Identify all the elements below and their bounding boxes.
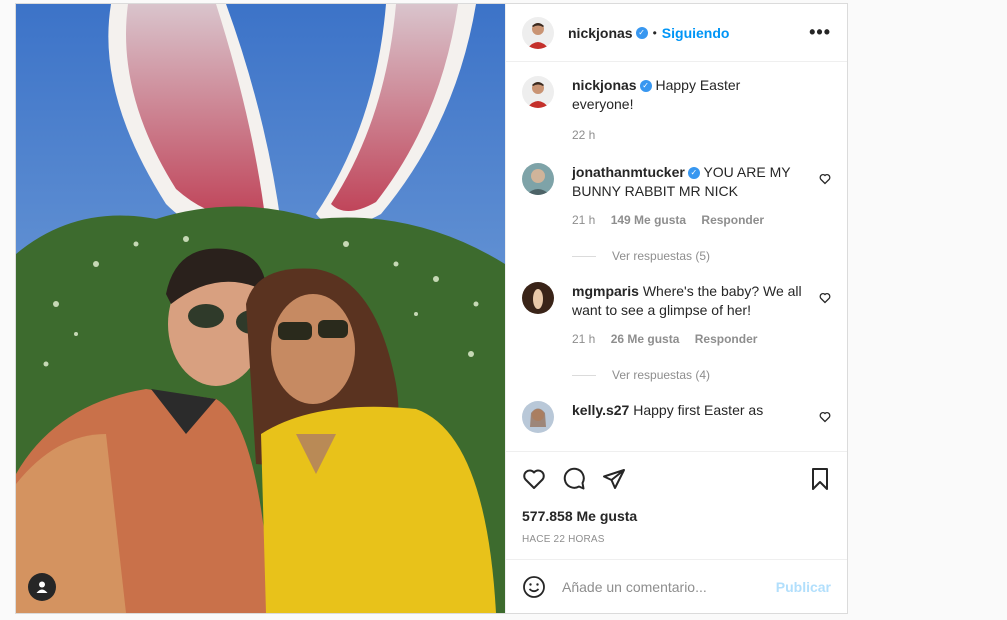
caption: nickjonas ✓ Happy Easter everyone! 22 h bbox=[522, 76, 831, 145]
caption-username[interactable]: nickjonas bbox=[572, 77, 637, 93]
bookmark-icon[interactable] bbox=[809, 467, 831, 491]
list-item: jonathanmtucker ✓ YOU ARE MY BUNNY RABBIT… bbox=[522, 163, 831, 230]
verified-badge-icon: ✓ bbox=[687, 167, 700, 180]
comment-username[interactable]: jonathanmtucker bbox=[572, 164, 685, 180]
post-timestamp[interactable]: HACE 22 HORAS bbox=[522, 534, 831, 545]
likes-count[interactable]: 577.858 Me gusta bbox=[522, 508, 831, 524]
heart-icon[interactable] bbox=[819, 173, 831, 185]
post-photo[interactable] bbox=[16, 4, 505, 613]
avatar[interactable] bbox=[522, 16, 554, 49]
replies-divider bbox=[572, 374, 596, 376]
view-replies-button[interactable]: Ver respuestas (5) bbox=[572, 249, 831, 263]
verified-badge-icon: ✓ bbox=[635, 26, 648, 39]
avatar[interactable] bbox=[522, 163, 554, 195]
reply-button[interactable]: Responder bbox=[695, 332, 758, 346]
verified-badge-icon: ✓ bbox=[639, 80, 652, 93]
heart-icon[interactable] bbox=[522, 467, 546, 491]
comment-likes[interactable]: 149 Me gusta bbox=[611, 213, 686, 227]
send-icon[interactable] bbox=[602, 467, 626, 491]
post-actions: 577.858 Me gusta HACE 22 HORAS bbox=[506, 451, 847, 559]
more-options-icon[interactable]: ••• bbox=[809, 22, 831, 43]
heart-icon[interactable] bbox=[819, 411, 831, 423]
comment-text: Happy first Easter as bbox=[633, 402, 764, 418]
post-side-panel: nickjonas ✓ • Siguiendo ••• nickjonas ✓ H… bbox=[505, 4, 847, 613]
replies-divider bbox=[572, 255, 596, 257]
following-button[interactable]: Siguiendo bbox=[662, 25, 730, 41]
avatar[interactable] bbox=[522, 282, 554, 314]
comment-username[interactable]: mgmparis bbox=[572, 283, 639, 299]
view-replies-label: Ver respuestas (5) bbox=[612, 249, 711, 263]
separator-dot: • bbox=[652, 25, 657, 40]
view-replies-button[interactable]: Ver respuestas (4) bbox=[572, 368, 831, 382]
comments-list[interactable]: nickjonas ✓ Happy Easter everyone! 22 h j… bbox=[506, 62, 847, 451]
avatar[interactable] bbox=[522, 76, 554, 108]
user-tag-icon[interactable] bbox=[28, 573, 56, 601]
header-username[interactable]: nickjonas bbox=[568, 25, 633, 41]
list-item: mgmparis Where's the baby? We all want t… bbox=[522, 282, 831, 349]
avatar[interactable] bbox=[522, 401, 554, 433]
heart-icon[interactable] bbox=[819, 292, 831, 304]
view-replies-label: Ver respuestas (4) bbox=[612, 368, 711, 382]
comment-time: 21 h bbox=[572, 213, 596, 227]
comment-likes[interactable]: 26 Me gusta bbox=[611, 332, 680, 346]
add-comment-bar: Añade un comentario... Publicar bbox=[506, 559, 847, 613]
post-header: nickjonas ✓ • Siguiendo ••• bbox=[506, 4, 847, 62]
instagram-post: nickjonas ✓ • Siguiendo ••• nickjonas ✓ H… bbox=[15, 3, 848, 614]
list-item: kelly.s27 Happy first Easter as bbox=[522, 401, 831, 433]
comment-icon[interactable] bbox=[562, 467, 586, 491]
caption-time: 22 h bbox=[572, 128, 596, 142]
comment-input[interactable]: Añade un comentario... bbox=[562, 579, 776, 595]
emoji-icon[interactable] bbox=[522, 575, 546, 599]
reply-button[interactable]: Responder bbox=[701, 213, 764, 227]
comment-username[interactable]: kelly.s27 bbox=[572, 402, 629, 418]
publish-button[interactable]: Publicar bbox=[776, 579, 831, 595]
comment-time: 21 h bbox=[572, 332, 596, 346]
